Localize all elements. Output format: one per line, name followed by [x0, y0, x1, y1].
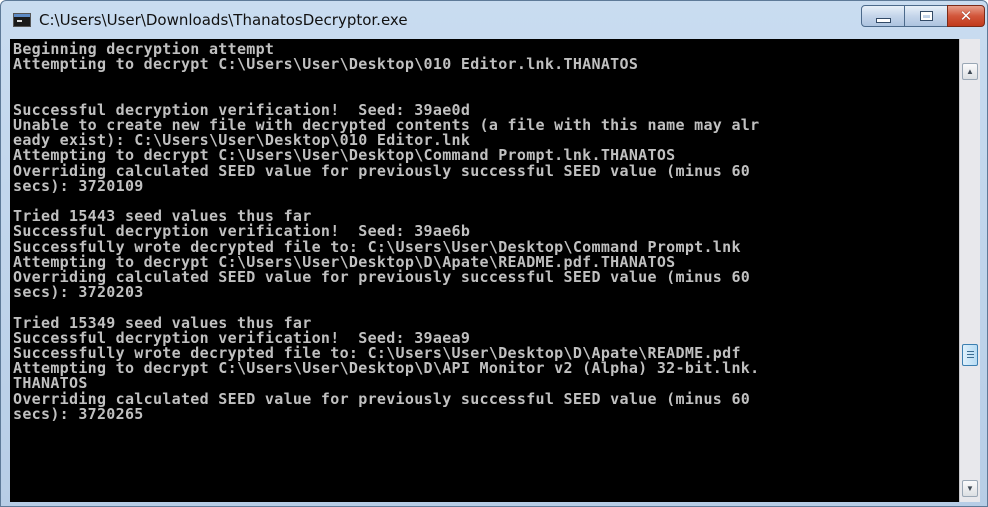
- vertical-scrollbar[interactable]: ▲ ▼: [959, 39, 980, 502]
- console-line: Attempting to decrypt C:\Users\User\Desk…: [13, 55, 639, 74]
- console-line: secs): 3720109: [13, 176, 144, 195]
- console-line: Attempting to decrypt C:\Users\User\Desk…: [13, 359, 760, 378]
- console-app-icon[interactable]: [13, 13, 31, 27]
- window-title: C:\Users\User\Downloads\ThanatosDecrypto…: [39, 11, 408, 29]
- close-icon: ✕: [959, 7, 973, 25]
- grip-line: [967, 354, 974, 356]
- console-output-area[interactable]: Beginning decryption attempt Attempting …: [10, 39, 959, 502]
- close-button[interactable]: ✕: [947, 5, 985, 27]
- console-window: C:\Users\User\Downloads\ThanatosDecrypto…: [0, 0, 988, 507]
- maximize-icon: [919, 11, 933, 21]
- scroll-up-button[interactable]: ▲: [962, 63, 978, 80]
- title-bar[interactable]: C:\Users\User\Downloads\ThanatosDecrypto…: [1, 1, 987, 39]
- scroll-thumb[interactable]: [962, 344, 978, 367]
- grip-line: [967, 357, 974, 359]
- minimize-icon: [875, 17, 891, 23]
- console-line: secs): 3720203: [13, 283, 144, 302]
- console-line: secs): 3720265: [13, 404, 144, 423]
- arrow-down-icon: ▼: [966, 484, 974, 493]
- scroll-down-button[interactable]: ▼: [962, 480, 978, 497]
- minimize-button[interactable]: [861, 5, 905, 27]
- maximize-button[interactable]: [904, 5, 948, 27]
- arrow-up-icon: ▲: [966, 67, 974, 76]
- console-text: Beginning decryption attempt Attempting …: [10, 39, 959, 422]
- grip-line: [967, 351, 974, 353]
